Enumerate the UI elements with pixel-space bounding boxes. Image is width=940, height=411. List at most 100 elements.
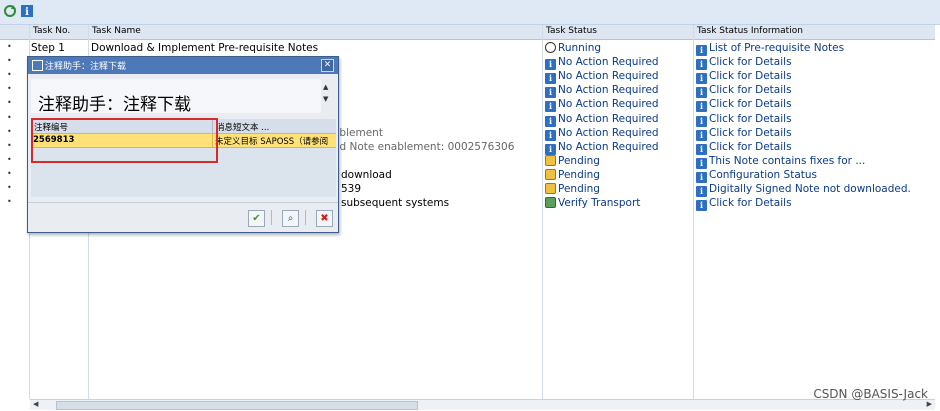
- task-info-link[interactable]: i Click for Details: [696, 70, 792, 85]
- row-marker: •: [7, 112, 12, 122]
- task-info-text: List of Pre-requisite Notes: [709, 42, 845, 54]
- task-info-link[interactable]: i Click for Details: [696, 113, 792, 127]
- task-status-cell[interactable]: i No Action Required: [545, 141, 659, 155]
- task-name-cell: Download & Implement Pre-requisite Notes: [91, 42, 319, 54]
- highlight-box: [31, 118, 218, 163]
- task-name-cell: 539: [341, 183, 362, 195]
- dialog-button-bar: ✔ ⌕ ✖: [28, 202, 338, 233]
- task-info-text: Click for Details: [709, 112, 792, 125]
- svg-text:i: i: [25, 7, 29, 18]
- col-message-text-label: 消息短文本 ...: [216, 123, 270, 133]
- task-status-cell[interactable]: i No Action Required: [545, 113, 659, 127]
- dialog-headline-area: 注释助手：注释下载: [31, 79, 321, 115]
- scroll-left-icon[interactable]: ◀: [33, 400, 38, 408]
- col-task-status-info[interactable]: Task Status Information: [697, 26, 803, 36]
- info-icon: i: [696, 200, 707, 212]
- task-status-cell[interactable]: Pending: [545, 168, 600, 181]
- task-info-text: Configuration Status: [709, 168, 818, 181]
- task-name-cell: ablement: [333, 126, 383, 139]
- row-marker: •: [7, 140, 12, 150]
- table-row[interactable]: • Step 1 Download & Implement Pre-requisit…: [0, 41, 935, 56]
- task-status-cell[interactable]: i No Action Required: [545, 56, 659, 71]
- task-info-link[interactable]: i Click for Details: [696, 141, 792, 155]
- confirm-button[interactable]: ✔: [248, 210, 265, 227]
- dialog-headline: 注释助手：注释下载: [38, 95, 191, 115]
- task-status-text: No Action Required: [558, 126, 659, 139]
- task-name-cell: subsequent systems: [341, 197, 450, 210]
- task-info-link[interactable]: i Click for Details: [696, 197, 792, 212]
- task-name-cell: download: [341, 168, 392, 181]
- pending-icon: [545, 183, 556, 194]
- task-status-cell[interactable]: i No Action Required: [545, 84, 659, 99]
- toolbar: i: [0, 0, 940, 25]
- task-info-link[interactable]: i Digitally Signed Note not downloaded.: [696, 183, 911, 197]
- task-info-link[interactable]: i Click for Details: [696, 56, 792, 71]
- close-icon[interactable]: ✕: [321, 59, 334, 72]
- window-icon: [32, 60, 43, 71]
- row-marker: •: [7, 183, 12, 192]
- note-assistant-dialog: 注释助手：注释下载 ✕ 注释助手：注释下载 ▲ ▼ 注释编号 消息短文本 ... …: [27, 56, 339, 233]
- pending-icon: [545, 154, 556, 166]
- task-info-link[interactable]: i Click for Details: [696, 98, 792, 113]
- cancel-button[interactable]: ✖: [316, 210, 333, 227]
- message-cell[interactable]: 未定义目标 SAPOSS（请参阅: [213, 134, 336, 148]
- task-status-text: Pending: [558, 183, 600, 195]
- col-message-text[interactable]: 消息短文本 ...: [213, 119, 336, 134]
- vertical-scroll-arrows[interactable]: ▲ ▼: [323, 81, 328, 105]
- col-task-name[interactable]: Task Name: [92, 26, 141, 36]
- row-marker: •: [7, 154, 12, 164]
- horizontal-scrollbar[interactable]: ◀ ▶: [30, 399, 935, 410]
- task-status-text: No Action Required: [558, 84, 659, 97]
- row-marker: •: [7, 42, 12, 51]
- task-info-text: Click for Details: [709, 84, 792, 97]
- row-marker: •: [7, 197, 12, 207]
- dialog-title: 注释助手：注释下载: [45, 62, 127, 72]
- task-status-cell[interactable]: Pending: [545, 183, 600, 195]
- task-status-cell[interactable]: Running: [545, 42, 601, 54]
- task-status-text: Verify Transport: [558, 197, 641, 210]
- watermark: CSDN @BASIS-Jack: [813, 387, 928, 401]
- row-marker: •: [7, 70, 12, 80]
- verify-icon: [545, 197, 556, 209]
- task-status-text: Running: [558, 42, 602, 54]
- task-status-cell[interactable]: i No Action Required: [545, 70, 659, 85]
- task-info-text: Digitally Signed Note not downloaded.: [709, 183, 911, 195]
- pending-icon: [545, 168, 556, 180]
- row-marker: •: [7, 84, 12, 94]
- scroll-thumb[interactable]: [56, 401, 418, 410]
- task-info-link[interactable]: i Click for Details: [696, 127, 792, 141]
- refresh-icon[interactable]: [3, 4, 17, 18]
- find-button[interactable]: ⌕: [282, 210, 299, 227]
- task-info-text: Click for Details: [709, 70, 792, 83]
- col-task-status[interactable]: Task Status: [546, 26, 597, 36]
- row-marker: •: [7, 56, 12, 66]
- grid-header: Task No. Task Name Task Status Task Stat…: [0, 25, 935, 40]
- task-info-link[interactable]: i Configuration Status: [696, 169, 817, 183]
- clock-icon: [545, 42, 556, 53]
- task-status-cell[interactable]: i No Action Required: [545, 98, 659, 113]
- task-info-text: Click for Details: [709, 98, 792, 111]
- divider: [271, 210, 272, 225]
- info-icon[interactable]: i: [20, 4, 34, 18]
- task-status-text: No Action Required: [558, 56, 659, 69]
- task-info-link[interactable]: i List of Pre-requisite Notes: [696, 42, 844, 56]
- task-info-link[interactable]: i This Note contains fixes for ...: [696, 155, 865, 169]
- task-info-text: Click for Details: [709, 56, 792, 69]
- task-info-link[interactable]: i Click for Details: [696, 84, 792, 99]
- task-status-text: Pending: [558, 154, 600, 167]
- task-no-cell: Step 1: [31, 42, 65, 54]
- row-marker: •: [7, 98, 12, 108]
- row-marker: •: [7, 126, 12, 136]
- task-status-text: No Action Required: [558, 112, 659, 125]
- message-value: 未定义目标 SAPOSS（请参阅: [215, 137, 329, 147]
- task-info-text: Click for Details: [709, 140, 792, 153]
- task-status-cell[interactable]: i No Action Required: [545, 127, 659, 141]
- scroll-right-icon[interactable]: ▶: [927, 400, 932, 408]
- task-name-cell: ed Note enablement: 0002576306: [333, 140, 515, 153]
- task-status-text: No Action Required: [558, 140, 659, 153]
- col-task-no[interactable]: Task No.: [33, 26, 70, 36]
- task-status-cell[interactable]: Verify Transport: [545, 197, 640, 209]
- task-info-text: Click for Details: [709, 126, 792, 139]
- dialog-titlebar: 注释助手：注释下载 ✕: [28, 57, 338, 74]
- task-status-cell[interactable]: Pending: [545, 154, 600, 167]
